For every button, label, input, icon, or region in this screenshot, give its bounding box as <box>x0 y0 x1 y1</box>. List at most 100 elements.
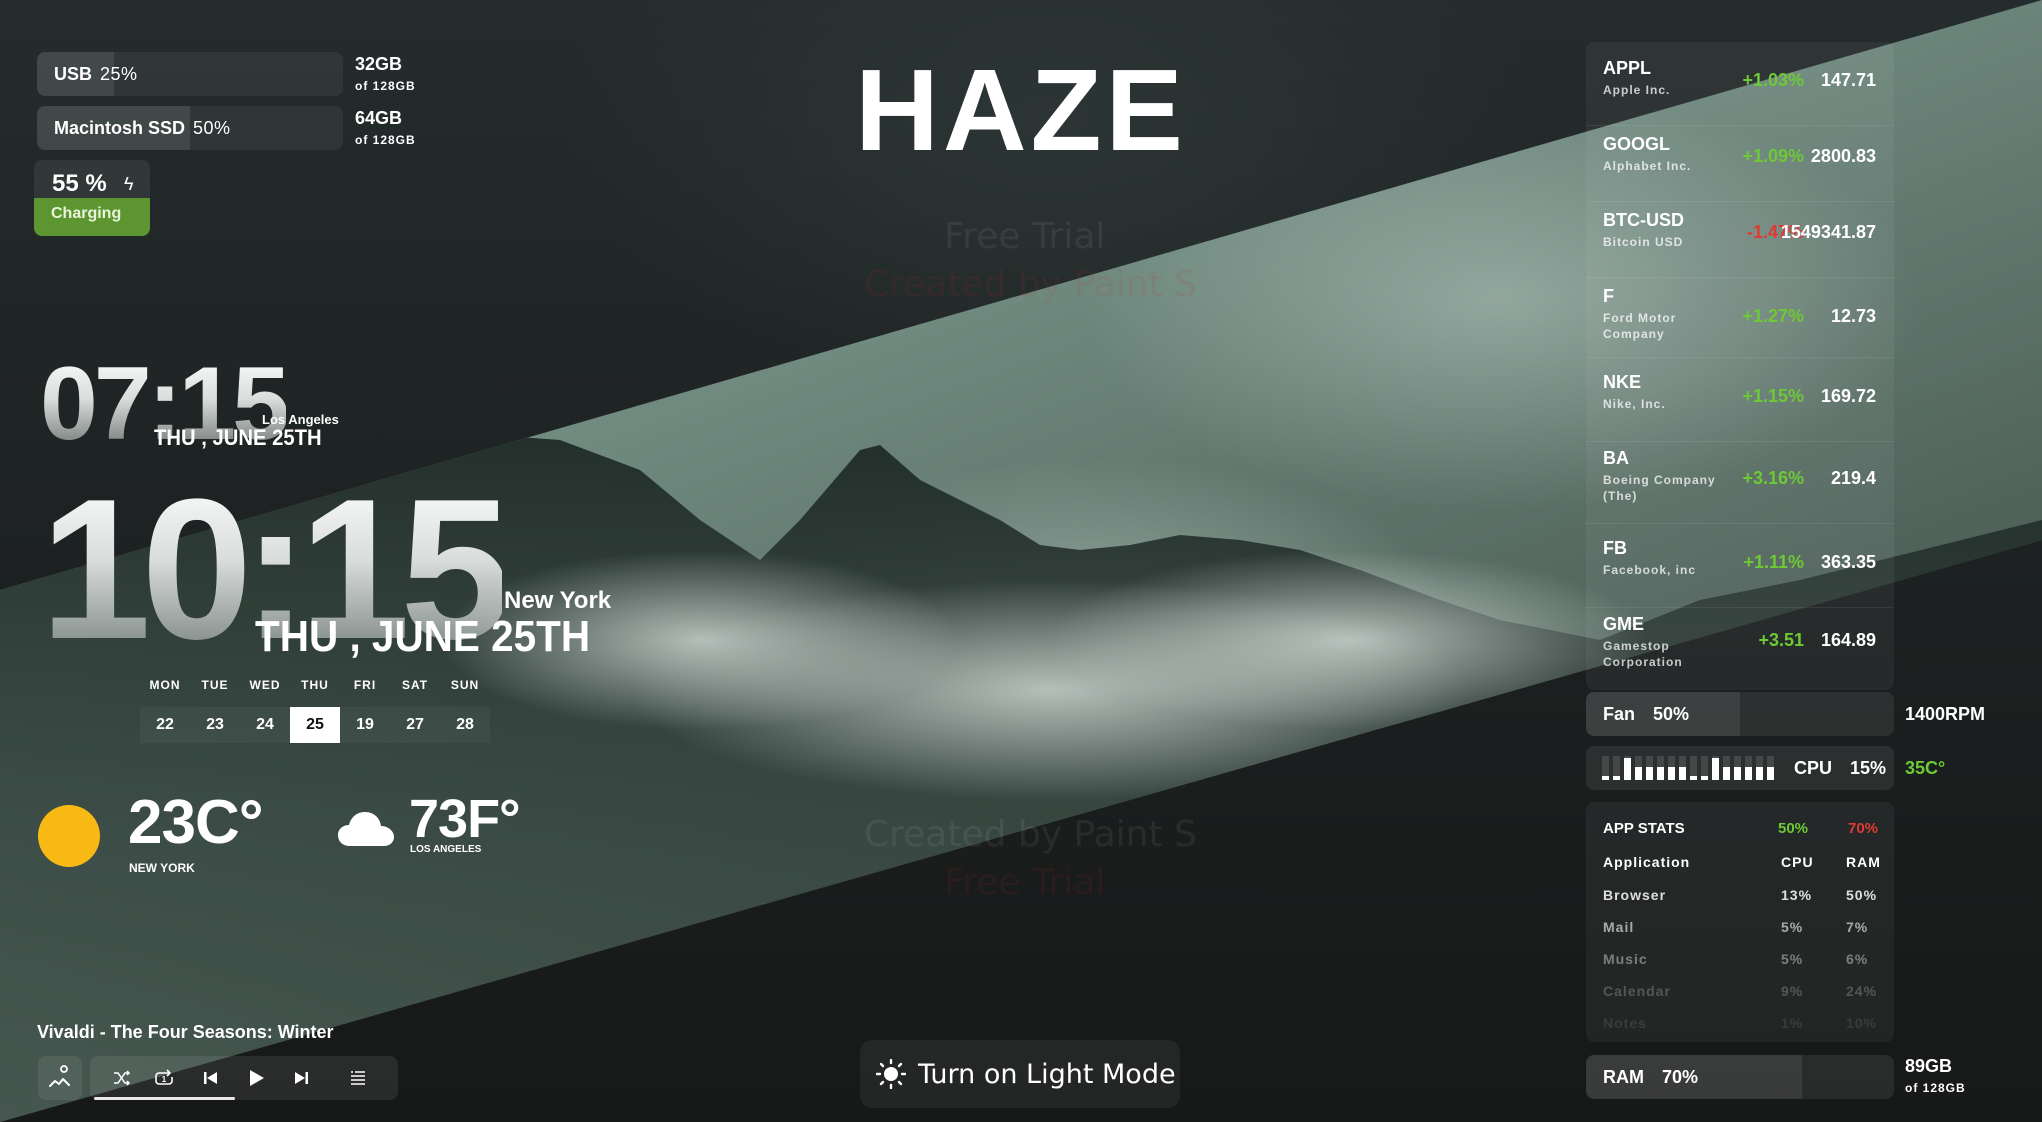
calendar-day-today[interactable]: 25 <box>290 707 340 743</box>
app-stats-row: Browser 13% 50% <box>1603 887 1876 907</box>
weekday-label: WED <box>249 678 281 692</box>
calendar-day[interactable]: 28 <box>440 707 490 743</box>
repeat-one-icon: 1 <box>155 1069 173 1085</box>
column-header: RAM <box>1846 854 1881 870</box>
weekday-label: SUN <box>450 678 480 692</box>
cpu-history-graph <box>1602 756 1774 780</box>
stock-change: +1.11% <box>1743 552 1804 572</box>
cpu-history-bar <box>1723 756 1730 780</box>
stock-company: Facebook, inc <box>1603 563 1697 577</box>
ny-weather-city: NEW YORK <box>129 861 195 875</box>
column-header: Application <box>1603 854 1691 870</box>
stock-company: Nike, Inc. <box>1603 397 1666 411</box>
app-stats-title: APP STATS <box>1603 820 1685 837</box>
ram-capacity: 89GB of 128GB <box>1905 1056 1966 1095</box>
stock-change: +1.15% <box>1742 386 1804 406</box>
shuffle-button[interactable] <box>110 1066 134 1090</box>
cpu-history-bar <box>1734 756 1741 780</box>
cpu-history-bar <box>1624 756 1631 780</box>
stock-company: Boeing Company (The) <box>1603 473 1716 503</box>
light-mode-label: Turn on Light Mode <box>918 1058 1176 1090</box>
mountain-photo-icon <box>49 1065 70 1087</box>
app-name: Notes <box>1603 1015 1647 1031</box>
calendar-day[interactable]: 24 <box>240 707 290 743</box>
weekday-label: THU <box>301 678 329 692</box>
media-controls: 1 <box>90 1056 398 1100</box>
cpu-history-bar <box>1657 756 1664 780</box>
app-cpu: 5% <box>1781 951 1804 967</box>
previous-track-button[interactable] <box>198 1066 222 1090</box>
app-stats-ram-total: 70% <box>1848 820 1879 837</box>
stock-row[interactable]: GME Gamestop Corporation +3.51 164.89 <box>1586 600 1894 690</box>
light-mode-button[interactable]: Turn on Light Mode <box>860 1040 1180 1108</box>
ram-total: of 128GB <box>1905 1081 1966 1095</box>
stock-company: Ford Motor Company <box>1603 311 1677 341</box>
sun-icon <box>38 805 100 867</box>
app-stats-cpu-total: 50% <box>1778 820 1809 837</box>
stock-change: +1.09% <box>1742 146 1804 166</box>
app-cpu: 13% <box>1781 887 1813 903</box>
svg-text:1: 1 <box>162 1075 167 1084</box>
la-weather-city: LOS ANGELES <box>410 844 482 855</box>
stock-row[interactable]: APPL Apple Inc. +1.03% 147.71 <box>1586 42 1894 126</box>
app-ram: 50% <box>1846 887 1878 903</box>
playlist-button[interactable] <box>346 1066 370 1090</box>
app-stats-row: Mail 5% 7% <box>1603 919 1876 939</box>
cpu-percent: 15% <box>1850 758 1887 778</box>
calendar-week: 22 23 24 25 19 27 28 <box>140 707 490 743</box>
stock-symbol: BTC-USD <box>1603 210 1684 230</box>
album-art-button[interactable] <box>38 1056 82 1100</box>
cpu-history-bar <box>1613 756 1620 780</box>
battery-widget: 55 % ϟ Charging <box>34 160 150 236</box>
stock-row[interactable]: GOOGL Alphabet Inc. +1.09% 2800.83 <box>1586 118 1894 202</box>
app-ram: 10% <box>1846 1015 1878 1031</box>
ram-used: 89GB <box>1905 1056 1953 1076</box>
shuffle-icon <box>114 1070 131 1086</box>
stock-row[interactable]: F Ford Motor Company +1.27% 12.73 <box>1586 270 1894 358</box>
calendar-day[interactable]: 27 <box>390 707 440 743</box>
app-cpu: 9% <box>1781 983 1804 999</box>
cpu-history-bar <box>1756 756 1763 780</box>
app-ram: 24% <box>1846 983 1878 999</box>
app-ram: 6% <box>1846 951 1869 967</box>
stock-change: +1.27% <box>1742 306 1804 326</box>
app-name: Music <box>1603 951 1648 967</box>
column-header: CPU <box>1781 854 1814 870</box>
stock-list: APPL Apple Inc. +1.03% 147.71 GOOGL Alph… <box>1586 42 1894 690</box>
app-name: Mail <box>1603 919 1635 935</box>
app-stats-row: Notes 1% 10% <box>1603 1015 1876 1035</box>
stock-price: 363.35 <box>1820 552 1876 572</box>
calendar-day[interactable]: 19 <box>340 707 390 743</box>
weekday-label: SAT <box>401 678 429 692</box>
weekday-label: TUE <box>201 678 229 692</box>
calendar-day[interactable]: 22 <box>140 707 190 743</box>
stock-price: 1549341.87 <box>1780 222 1876 242</box>
weekday-label: MON <box>149 678 181 692</box>
stock-row[interactable]: BTC-USD Bitcoin USD -1.47% 1549341.87 <box>1586 194 1894 278</box>
playback-progress-bar[interactable] <box>94 1097 235 1100</box>
calendar-weekdays: MON TUE WED THU FRI SAT SUN <box>140 678 490 692</box>
ny-clock-city: New York <box>504 587 612 614</box>
weekday-label: FRI <box>353 678 377 692</box>
app-name: Browser <box>1603 887 1667 903</box>
calendar-day[interactable]: 23 <box>190 707 240 743</box>
stock-row[interactable]: FB Facebook, inc +1.11% 363.35 <box>1586 524 1894 608</box>
ram-label: RAM <box>1603 1067 1644 1087</box>
stock-symbol: FB <box>1603 538 1627 558</box>
ram-bar: RAM 70% <box>1586 1055 1894 1099</box>
stock-price: 219.4 <box>1830 468 1876 488</box>
cloud-icon <box>338 812 394 846</box>
stock-price: 2800.83 <box>1810 146 1876 166</box>
stock-row[interactable]: BA Boeing Company (The) +3.16% 219.4 <box>1586 434 1894 524</box>
play-button[interactable] <box>244 1066 268 1090</box>
stock-row[interactable]: NKE Nike, Inc. +1.15% 169.72 <box>1586 358 1894 442</box>
play-icon <box>250 1070 264 1086</box>
stock-price: 147.71 <box>1820 70 1876 90</box>
charging-bolt-icon: ϟ <box>124 174 134 194</box>
next-track-button[interactable] <box>290 1066 314 1090</box>
cpu-label: CPU <box>1794 758 1833 778</box>
repeat-one-button[interactable]: 1 <box>152 1066 176 1090</box>
stock-symbol: GME <box>1603 614 1645 634</box>
stock-change: +1.03% <box>1742 70 1804 90</box>
cpu-history-bar <box>1646 756 1653 780</box>
